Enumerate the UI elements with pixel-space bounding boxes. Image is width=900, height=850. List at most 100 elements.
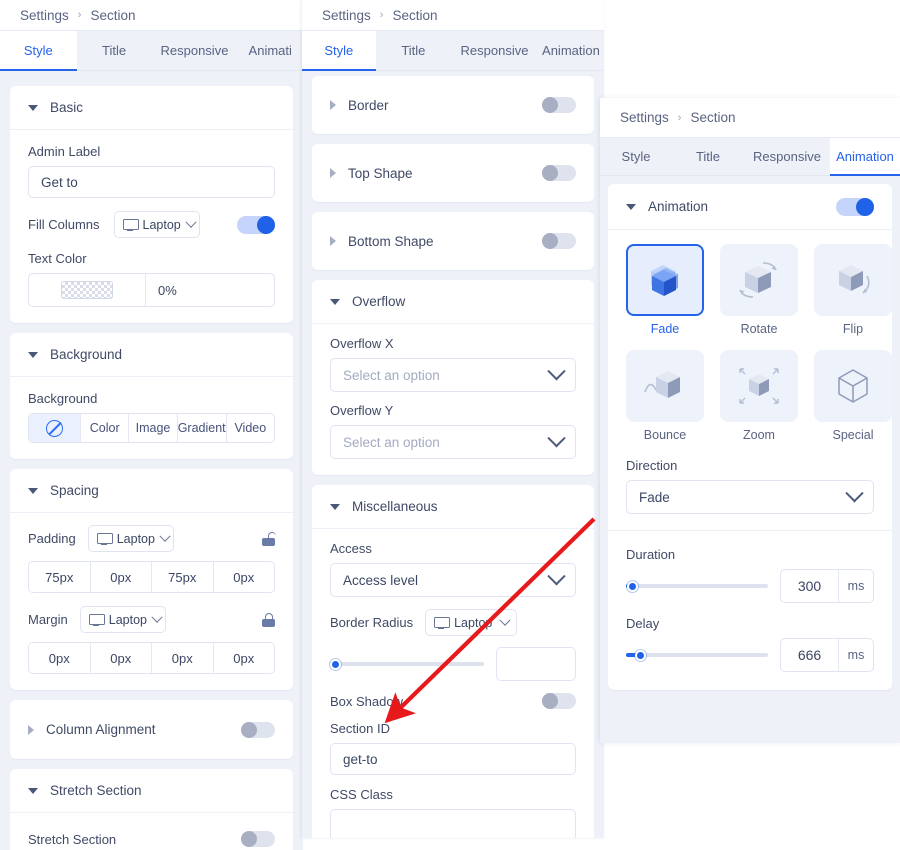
stretch-section-toggle[interactable]	[241, 831, 275, 847]
overflow-y-select[interactable]: Select an option	[330, 425, 576, 459]
animation-preset-zoom[interactable]: Zoom	[720, 350, 798, 442]
padding-top-input[interactable]: 75px	[29, 562, 91, 592]
slider-thumb[interactable]	[635, 649, 646, 661]
delay-value[interactable]: 666	[781, 639, 839, 671]
border-toggle[interactable]	[542, 97, 576, 113]
bottom-shape-toggle[interactable]	[542, 233, 576, 249]
top-shape-toggle[interactable]	[542, 165, 576, 181]
duration-label: Duration	[626, 547, 676, 562]
animation-preset-rotate[interactable]: Rotate	[720, 244, 798, 336]
slider-thumb[interactable]	[330, 658, 341, 670]
animation-preset-flip[interactable]: Flip	[814, 244, 892, 336]
card-miscellaneous-header[interactable]: Miscellaneous	[312, 485, 594, 529]
breadcrumb-root[interactable]: Settings	[322, 8, 371, 23]
box-shadow-toggle[interactable]	[542, 693, 576, 709]
chevron-down-icon	[547, 566, 566, 585]
section-id-input[interactable]	[330, 743, 576, 775]
delay-field[interactable]: 666 ms	[780, 638, 874, 672]
background-type-color[interactable]: Color	[81, 414, 130, 442]
text-color-opacity[interactable]: 0%	[146, 274, 274, 306]
padding-lock-icon[interactable]	[262, 531, 276, 546]
card-spacing-header[interactable]: Spacing	[10, 469, 293, 513]
background-type-none[interactable]	[29, 414, 81, 442]
tab-responsive[interactable]: Responsive	[451, 31, 538, 70]
margin-lock-icon[interactable]	[262, 612, 275, 627]
border-radius-input[interactable]	[496, 647, 576, 681]
border-radius-slider[interactable]	[330, 657, 484, 671]
tab-responsive[interactable]: Responsive	[152, 31, 238, 70]
no-background-icon	[46, 419, 63, 437]
breadcrumb-current: Section	[392, 7, 438, 23]
margin-left-input[interactable]: 0px	[213, 643, 274, 673]
animation-toggle[interactable]	[836, 197, 874, 216]
chevron-down-icon	[28, 104, 38, 111]
overflow-x-select[interactable]: Select an option	[330, 358, 576, 392]
tab-style[interactable]: Style	[0, 31, 77, 71]
card-border-header[interactable]: Border	[312, 76, 594, 134]
tab-title[interactable]: Title	[77, 31, 152, 70]
margin-device-select[interactable]: Laptop	[79, 606, 166, 633]
card-top-shape-header[interactable]: Top Shape	[312, 144, 594, 202]
breadcrumb: Settings › Section	[600, 98, 900, 138]
card-stretch-section-header[interactable]: Stretch Section	[10, 769, 293, 813]
direction-select[interactable]: Fade	[626, 480, 874, 514]
tab-style[interactable]: Style	[302, 31, 376, 71]
margin-values: 0px 0px 0px 0px	[28, 642, 275, 674]
card-background-header[interactable]: Background	[10, 333, 293, 377]
padding-bottom-input[interactable]: 75px	[152, 562, 214, 592]
admin-label-input[interactable]	[28, 166, 275, 198]
animation-preset-zoom-label: Zoom	[743, 428, 775, 442]
section-id-label: Section ID	[330, 721, 390, 736]
fill-columns-toggle[interactable]	[237, 215, 275, 234]
padding-left-input[interactable]: 0px	[213, 562, 274, 592]
delay-slider[interactable]	[626, 648, 768, 662]
animation-preset-special[interactable]: Special	[814, 350, 892, 442]
duration-slider[interactable]	[626, 579, 768, 593]
margin-bottom-input[interactable]: 0px	[152, 643, 214, 673]
card-overflow-header[interactable]: Overflow	[312, 280, 594, 324]
cube-flip-icon	[814, 244, 892, 316]
padding-device-select[interactable]: Laptop	[87, 525, 174, 552]
background-field-label: Background	[28, 391, 98, 406]
chevron-down-icon	[151, 611, 163, 623]
margin-right-input[interactable]: 0px	[90, 643, 152, 673]
breadcrumb-root[interactable]: Settings	[620, 110, 669, 125]
chevron-down-icon	[28, 351, 38, 358]
breadcrumb-root[interactable]: Settings	[20, 8, 69, 23]
card-basic-header[interactable]: Basic	[10, 86, 293, 130]
text-color-swatch-cell[interactable]	[29, 274, 146, 306]
chevron-down-icon	[626, 203, 636, 210]
tab-title[interactable]: Title	[672, 138, 744, 175]
tab-animation[interactable]: Animation	[830, 138, 900, 176]
card-bottom-shape-header[interactable]: Bottom Shape	[312, 212, 594, 270]
access-select[interactable]: Access level	[330, 563, 576, 597]
toggle-knob	[241, 831, 257, 847]
duration-value[interactable]: 300	[781, 570, 839, 602]
tab-style[interactable]: Style	[600, 138, 672, 175]
column-alignment-toggle[interactable]	[241, 721, 275, 738]
animation-preset-fade[interactable]: Fade	[626, 244, 704, 336]
margin-top-input[interactable]: 0px	[29, 643, 91, 673]
tab-responsive[interactable]: Responsive	[744, 138, 830, 175]
tab-animation[interactable]: Animati	[237, 31, 303, 70]
breadcrumb: Settings › Section	[302, 0, 604, 31]
background-type-image[interactable]: Image	[129, 414, 178, 442]
background-type-video[interactable]: Video	[226, 414, 274, 442]
settings-panel-animation: Settings › Section Style Title Responsiv…	[600, 98, 900, 743]
background-type-gradient[interactable]: Gradient	[177, 414, 227, 442]
slider-thumb[interactable]	[627, 580, 638, 592]
duration-field[interactable]: 300 ms	[780, 569, 874, 603]
cube-wireframe-icon	[814, 350, 892, 422]
animation-preset-bounce[interactable]: Bounce	[626, 350, 704, 442]
padding-right-input[interactable]: 0px	[90, 562, 152, 592]
admin-label-label: Admin Label	[28, 144, 101, 159]
card-column-alignment-header[interactable]: Column Alignment	[10, 700, 293, 759]
border-radius-device-select[interactable]: Laptop	[425, 609, 518, 636]
tab-animation[interactable]: Animation	[538, 31, 604, 70]
css-class-input[interactable]	[330, 809, 576, 838]
fill-columns-device-select[interactable]: Laptop	[113, 211, 200, 238]
color-swatch	[61, 281, 113, 299]
card-animation-header[interactable]: Animation	[608, 184, 892, 230]
text-color-row[interactable]: 0%	[28, 273, 275, 307]
tab-title[interactable]: Title	[376, 31, 452, 70]
